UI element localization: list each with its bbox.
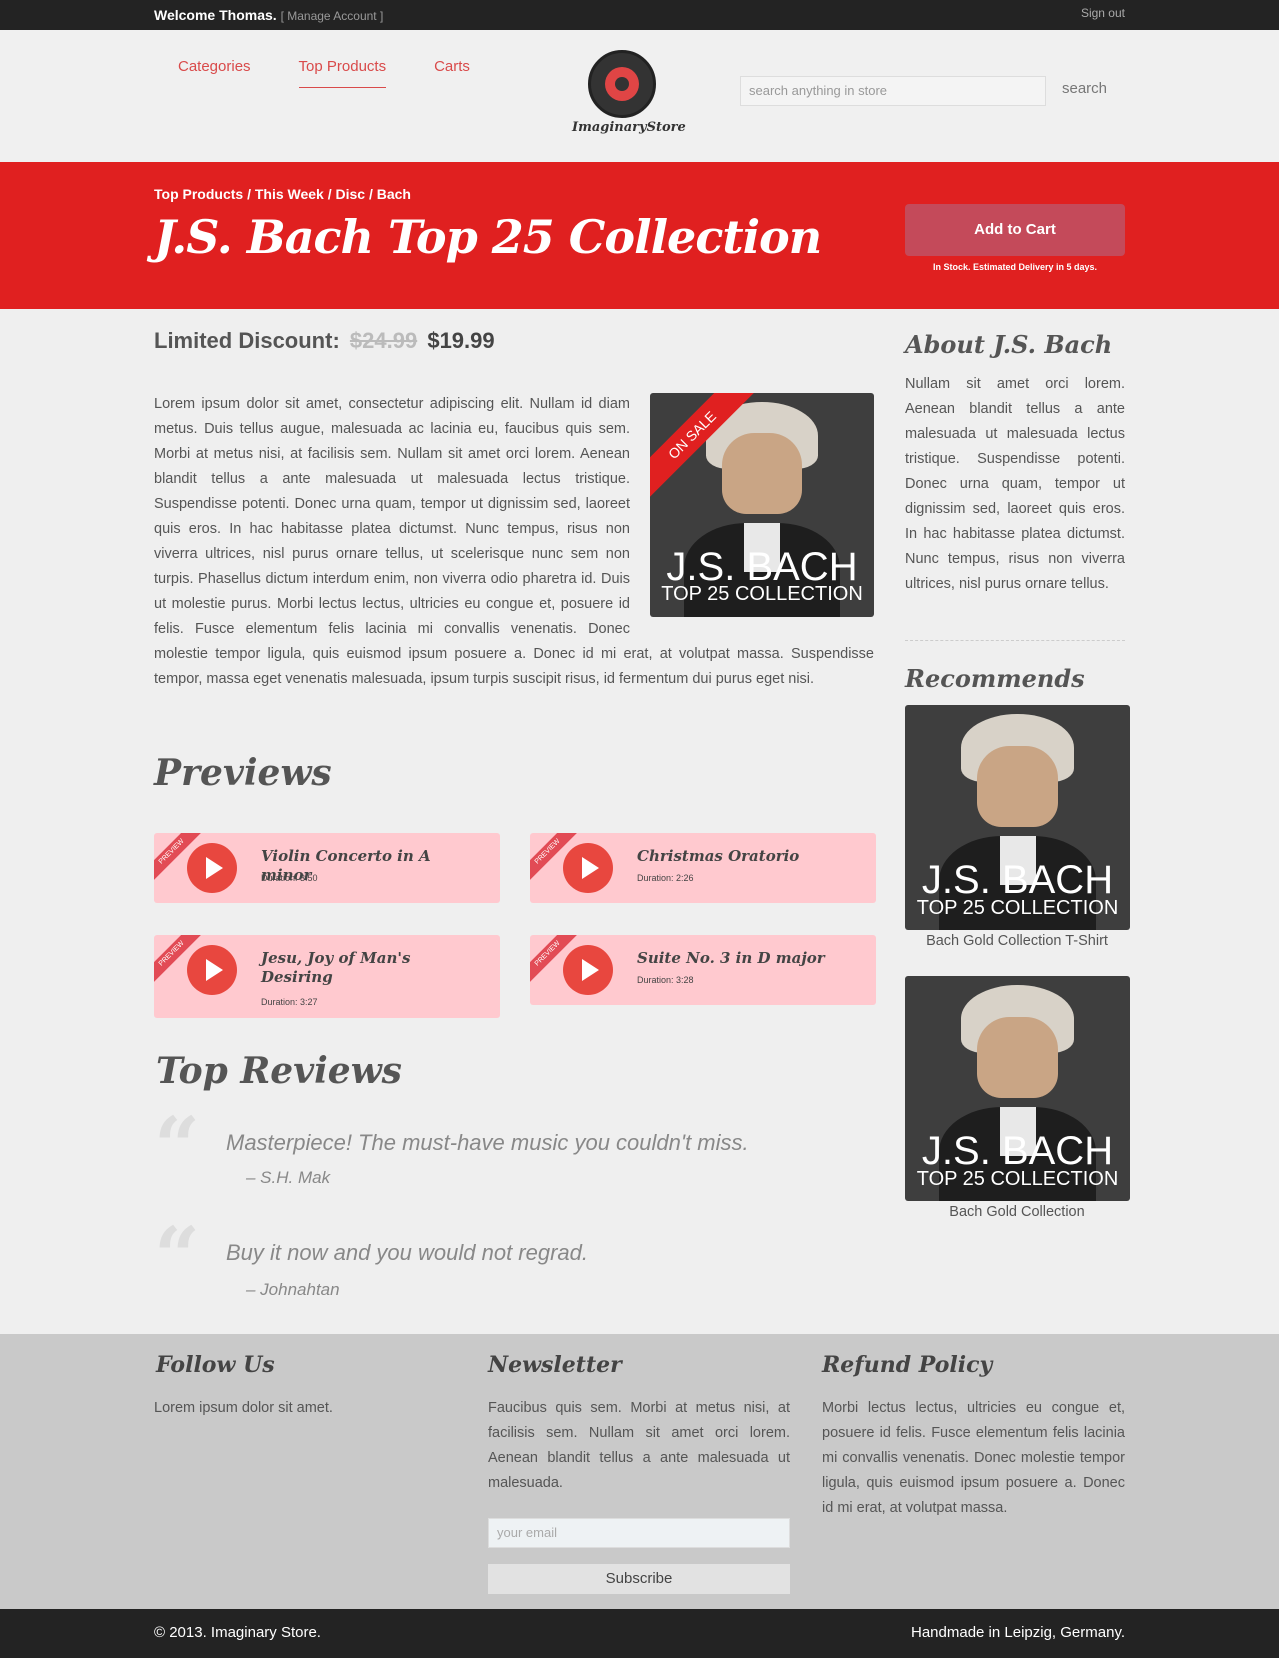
preview-duration: Duration: 2:26 bbox=[637, 873, 694, 883]
handmade-note: Handmade in Leipzig, Germany. bbox=[911, 1624, 1125, 1641]
reviews-title: Top Reviews bbox=[156, 1050, 402, 1092]
nav-categories[interactable]: Categories bbox=[178, 58, 251, 88]
product-description: ON SALE J.S. BACH TOP 25 COLLECTION Lore… bbox=[154, 392, 874, 692]
recommends-title: Recommends bbox=[905, 664, 1085, 693]
review-text: Masterpiece! The must-have music you cou… bbox=[226, 1130, 749, 1155]
main-nav: Categories Top Products Carts bbox=[178, 58, 470, 88]
stock-status: In Stock. Estimated Delivery in 5 days. bbox=[932, 262, 1098, 272]
portrait-face bbox=[977, 1016, 1058, 1098]
sidebar-divider bbox=[905, 640, 1125, 641]
preview-title: Jesu, Joy of Man's Desiring bbox=[261, 949, 411, 986]
welcome-text: Welcome Thomas. [ Manage Account ] bbox=[154, 7, 383, 23]
preview-duration: Duration: 3:50 bbox=[261, 873, 318, 883]
refund-title: Refund Policy bbox=[822, 1352, 993, 1378]
logo-name: ImaginaryStore bbox=[572, 120, 686, 135]
nav-top-products[interactable]: Top Products bbox=[298, 58, 387, 88]
review-text: Buy it now and you would not regrad. bbox=[226, 1240, 589, 1265]
play-icon[interactable] bbox=[187, 945, 237, 995]
album-line2: TOP 25 COLLECTION bbox=[916, 1168, 1119, 1190]
preview-duration: Duration: 3:27 bbox=[261, 997, 318, 1007]
album-cover[interactable]: ON SALE J.S. BACH TOP 25 COLLECTION bbox=[650, 393, 874, 617]
manage-account-link[interactable]: [ Manage Account ] bbox=[281, 9, 384, 23]
review-author: – S.H. Mak bbox=[246, 1168, 331, 1187]
play-icon[interactable] bbox=[187, 843, 237, 893]
page-title: J.S. Bach Top 25 Collection bbox=[154, 210, 822, 264]
email-field[interactable]: your email bbox=[488, 1518, 790, 1548]
price-label: Limited Discount: bbox=[154, 328, 340, 353]
portrait-face bbox=[977, 745, 1058, 827]
previews-title: Previews bbox=[154, 752, 332, 794]
newsletter-title: Newsletter bbox=[488, 1352, 622, 1378]
quote-icon: “ bbox=[154, 1099, 201, 1193]
newsletter-text: Faucibus quis sem. Morbi at metus nisi, … bbox=[488, 1400, 790, 1491]
disc-hole bbox=[615, 77, 629, 91]
album-line2: TOP 25 COLLECTION bbox=[916, 897, 1119, 919]
follow-text: Lorem ipsum dolor sit amet. bbox=[154, 1400, 333, 1416]
nav-carts[interactable]: Carts bbox=[434, 58, 470, 88]
refund-text: Morbi lectus lectus, ultricies eu congue… bbox=[822, 1400, 1125, 1516]
preview-card[interactable]: PREVIEW Suite No. 3 in D major Duration:… bbox=[530, 935, 876, 1005]
welcome-label: Welcome Thomas. bbox=[154, 7, 277, 23]
review-author: – Johnahtan bbox=[246, 1280, 340, 1299]
price-line: Limited Discount: $24.99 $19.99 bbox=[154, 328, 495, 354]
preview-card[interactable]: PREVIEW Jesu, Joy of Man's Desiring Dura… bbox=[154, 935, 500, 1018]
preview-card[interactable]: PREVIEW Violin Concerto in A minor Durat… bbox=[154, 833, 500, 903]
recommend-caption[interactable]: Bach Gold Collection bbox=[905, 1204, 1129, 1220]
album-line1: J.S. BACH bbox=[666, 545, 858, 589]
add-to-cart-button[interactable]: Add to Cart bbox=[905, 204, 1125, 256]
album-line2: TOP 25 COLLECTION bbox=[661, 583, 863, 605]
album-line1: J.S. BACH bbox=[921, 858, 1114, 902]
recommend-item-image[interactable]: J.S. BACH TOP 25 COLLECTION bbox=[905, 976, 1130, 1201]
follow-title: Follow Us bbox=[156, 1352, 275, 1378]
play-icon[interactable] bbox=[563, 843, 613, 893]
sign-out-link[interactable]: Sign out bbox=[1081, 6, 1125, 20]
copyright: © 2013. Imaginary Store. bbox=[154, 1624, 321, 1641]
about-title: About J.S. Bach bbox=[905, 330, 1113, 359]
play-icon[interactable] bbox=[563, 945, 613, 995]
new-price: $19.99 bbox=[427, 328, 495, 353]
disc-logo-icon bbox=[588, 50, 656, 118]
preview-title: Christmas Oratorio bbox=[637, 847, 800, 865]
preview-title: Suite No. 3 in D major bbox=[637, 949, 825, 967]
old-price: $24.99 bbox=[349, 328, 418, 353]
store-logo[interactable]: ImaginaryStore bbox=[572, 50, 686, 135]
search-button[interactable]: search bbox=[1062, 80, 1107, 97]
portrait-face bbox=[721, 433, 803, 514]
quote-icon: “ bbox=[154, 1209, 201, 1303]
subscribe-button[interactable]: Subscribe bbox=[488, 1564, 790, 1594]
preview-duration: Duration: 3:28 bbox=[637, 975, 694, 985]
search-input[interactable]: search anything in store bbox=[740, 76, 1046, 106]
breadcrumb[interactable]: Top Products / This Week / Disc / Bach bbox=[154, 186, 411, 202]
recommend-item-image[interactable]: J.S. BACH TOP 25 COLLECTION bbox=[905, 705, 1130, 930]
album-line1: J.S. BACH bbox=[921, 1129, 1114, 1173]
about-text: Nullam sit amet orci lorem. Aenean bland… bbox=[905, 376, 1125, 592]
preview-card[interactable]: PREVIEW Christmas Oratorio Duration: 2:2… bbox=[530, 833, 876, 903]
recommend-caption[interactable]: Bach Gold Collection T-Shirt bbox=[905, 933, 1129, 949]
